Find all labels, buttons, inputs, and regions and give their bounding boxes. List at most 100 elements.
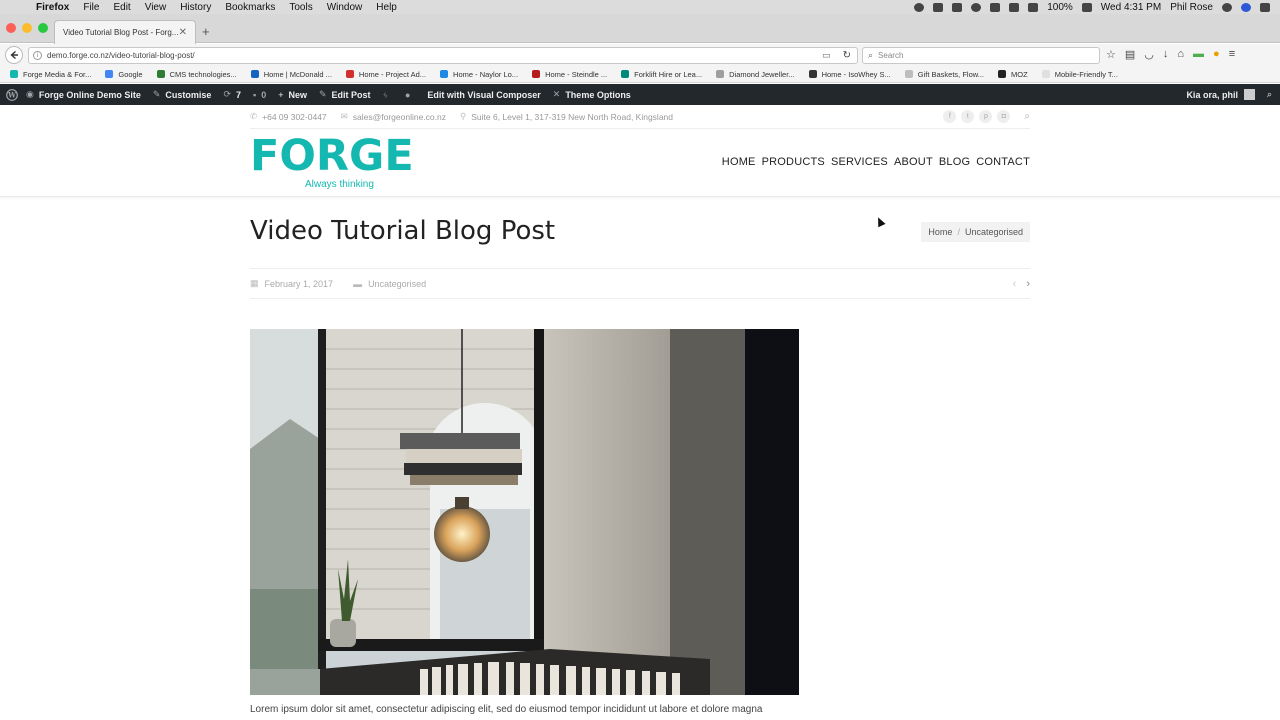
admin-edit-post[interactable]: ✎ Edit Post <box>319 89 371 100</box>
battery-percent[interactable]: 100% <box>1047 2 1073 13</box>
zoom-window-button[interactable] <box>38 23 48 33</box>
admin-search-icon[interactable]: ⌕ <box>1267 89 1272 100</box>
chrome-extension-icon[interactable]: ● <box>1213 48 1220 61</box>
pocket-icon[interactable]: ◡ <box>1144 48 1154 61</box>
instagram-icon[interactable]: ◘ <box>997 110 1011 123</box>
bookmark-item[interactable]: Mobile-Friendly T... <box>1041 70 1118 79</box>
breadcrumb-category[interactable]: Uncategorised <box>965 227 1023 237</box>
bookmark-item[interactable]: Home - Naylor Lo... <box>440 70 518 79</box>
site-info-icon[interactable]: i <box>33 51 42 60</box>
nav-products[interactable]: PRODUCTS <box>762 156 825 168</box>
site-logo[interactable]: FORGE Always thinking <box>250 135 414 191</box>
bookmark-star-icon[interactable]: ☆ <box>1106 48 1116 61</box>
menu-tools[interactable]: Tools <box>289 2 312 13</box>
new-tab-button[interactable]: + <box>202 24 210 39</box>
menu-app-name[interactable]: Firefox <box>36 2 69 13</box>
tab-close-icon[interactable]: ✕ <box>179 27 187 38</box>
nav-contact[interactable]: CONTACT <box>976 156 1030 168</box>
site-header: FORGE Always thinking HOME PRODUCTS SERV… <box>0 129 1280 197</box>
menu-bookmarks[interactable]: Bookmarks <box>225 2 275 13</box>
menu-history[interactable]: History <box>180 2 211 13</box>
post-category-text[interactable]: Uncategorised <box>368 279 426 289</box>
siri-icon[interactable] <box>1241 2 1251 12</box>
menu-edit[interactable]: Edit <box>113 2 130 13</box>
new-label: New <box>288 89 307 100</box>
nav-blog[interactable]: BLOG <box>939 156 970 168</box>
admin-site-name[interactable]: ◉ Forge Online Demo Site <box>26 89 141 100</box>
admin-updates[interactable]: ⟳ 7 <box>223 89 241 100</box>
bookmark-item[interactable]: Diamond Jeweller... <box>716 70 795 79</box>
bookmark-favicon-icon <box>621 70 630 78</box>
extension-icon[interactable]: ▬ <box>1193 48 1204 61</box>
bookmark-item[interactable]: Forklift Hire or Lea... <box>621 70 702 79</box>
menu-file[interactable]: File <box>83 2 99 13</box>
map-pin-icon: ⚲ <box>460 111 467 121</box>
site-search-icon[interactable]: ⌕ <box>1024 111 1030 122</box>
logo-tagline: Always thinking <box>305 179 374 190</box>
bookmark-item[interactable]: CMS technologies... <box>156 70 237 79</box>
browser-tab-active[interactable]: Video Tutorial Blog Post - Forg... ✕ <box>54 20 196 44</box>
yoast-seo-icon[interactable]: ᛃ <box>383 90 393 100</box>
menu-window[interactable]: Window <box>327 2 363 13</box>
record-icon[interactable] <box>914 2 925 12</box>
facebook-icon[interactable]: f <box>943 110 957 123</box>
admin-comments[interactable]: ▪ 0 <box>253 90 266 100</box>
breadcrumb-home[interactable]: Home <box>928 227 952 237</box>
nav-services[interactable]: SERVICES <box>831 156 888 168</box>
previous-post-icon[interactable]: ‹ <box>1013 278 1017 290</box>
nav-home[interactable]: HOME <box>722 156 756 168</box>
battery-icon[interactable] <box>1081 2 1092 12</box>
next-post-icon[interactable]: › <box>1026 278 1030 290</box>
downloads-icon[interactable]: ↓ <box>1163 48 1169 61</box>
drive-icon[interactable] <box>952 2 963 12</box>
reload-icon[interactable]: ↻ <box>843 50 851 61</box>
bookmark-item[interactable]: Home - Steindle ... <box>532 70 607 79</box>
dropbox-icon[interactable] <box>933 2 944 12</box>
notification-center-icon[interactable] <box>1260 2 1270 12</box>
home-icon[interactable]: ⌂ <box>1177 48 1184 61</box>
search-icon: ⌕ <box>868 50 874 60</box>
bookmark-item[interactable]: Home - IsoWhey S... <box>808 70 891 79</box>
menu-view[interactable]: View <box>145 2 167 13</box>
bookmark-label: Google <box>118 69 143 79</box>
url-text[interactable]: demo.forge.co.nz/video-tutorial-blog-pos… <box>47 51 195 60</box>
minimize-window-button[interactable] <box>22 23 32 33</box>
reader-view-icon[interactable]: ▭ <box>822 50 831 61</box>
avatar[interactable] <box>1243 89 1255 100</box>
twitter-icon[interactable]: t <box>961 110 975 123</box>
admin-greeting[interactable]: Kia ora, phil <box>1186 90 1238 100</box>
wordpress-logo-icon[interactable]: W <box>6 88 18 101</box>
menu-help[interactable]: Help <box>376 2 397 13</box>
close-window-button[interactable] <box>6 23 16 33</box>
user-name[interactable]: Phil Rose <box>1170 2 1213 13</box>
bookmark-item[interactable]: Home | McDonald ... <box>250 70 332 79</box>
bookmark-item[interactable]: Gift Baskets, Flow... <box>904 70 984 79</box>
time-machine-icon[interactable] <box>971 2 982 12</box>
clock[interactable]: Wed 4:31 PM <box>1101 2 1161 13</box>
contact-email[interactable]: ✉ sales@forgeonline.co.nz <box>341 111 446 122</box>
bluetooth-icon[interactable] <box>990 2 1001 12</box>
url-bar[interactable]: i demo.forge.co.nz/video-tutorial-blog-p… <box>28 47 858 64</box>
contact-phone[interactable]: ✆ +64 09 302-0447 <box>250 111 327 122</box>
search-bar[interactable]: ⌕ Search <box>862 47 1100 64</box>
bookmarks-toolbar: Forge Media & For... Google CMS technologi… <box>0 66 1280 83</box>
hamburger-menu-icon[interactable]: ≡ <box>1229 48 1235 61</box>
bookmarks-list-icon[interactable]: ▤ <box>1125 48 1135 61</box>
admin-visual-composer[interactable]: Edit with Visual Composer <box>427 90 540 100</box>
back-button[interactable] <box>5 46 23 64</box>
airplay-icon[interactable] <box>1028 2 1039 12</box>
wifi-icon[interactable] <box>1009 2 1020 12</box>
admin-customise[interactable]: ✎ Customise <box>153 89 212 100</box>
bookmark-item[interactable]: MOZ <box>998 70 1028 79</box>
bookmark-favicon-icon <box>156 70 165 78</box>
nav-about[interactable]: ABOUT <box>894 156 933 168</box>
admin-theme-options[interactable]: ✕ Theme Options <box>553 89 631 100</box>
spotlight-icon[interactable] <box>1222 2 1232 12</box>
admin-new[interactable]: + New <box>278 90 307 100</box>
bookmark-item[interactable]: Home - Project Ad... <box>345 70 426 79</box>
post-category[interactable]: ▬ Uncategorised <box>353 279 426 289</box>
seo-status-icon[interactable]: ● <box>405 90 415 100</box>
pinterest-icon[interactable]: p <box>979 110 993 123</box>
bookmark-item[interactable]: Forge Media & For... <box>10 70 91 79</box>
bookmark-item[interactable]: Google <box>105 69 143 79</box>
